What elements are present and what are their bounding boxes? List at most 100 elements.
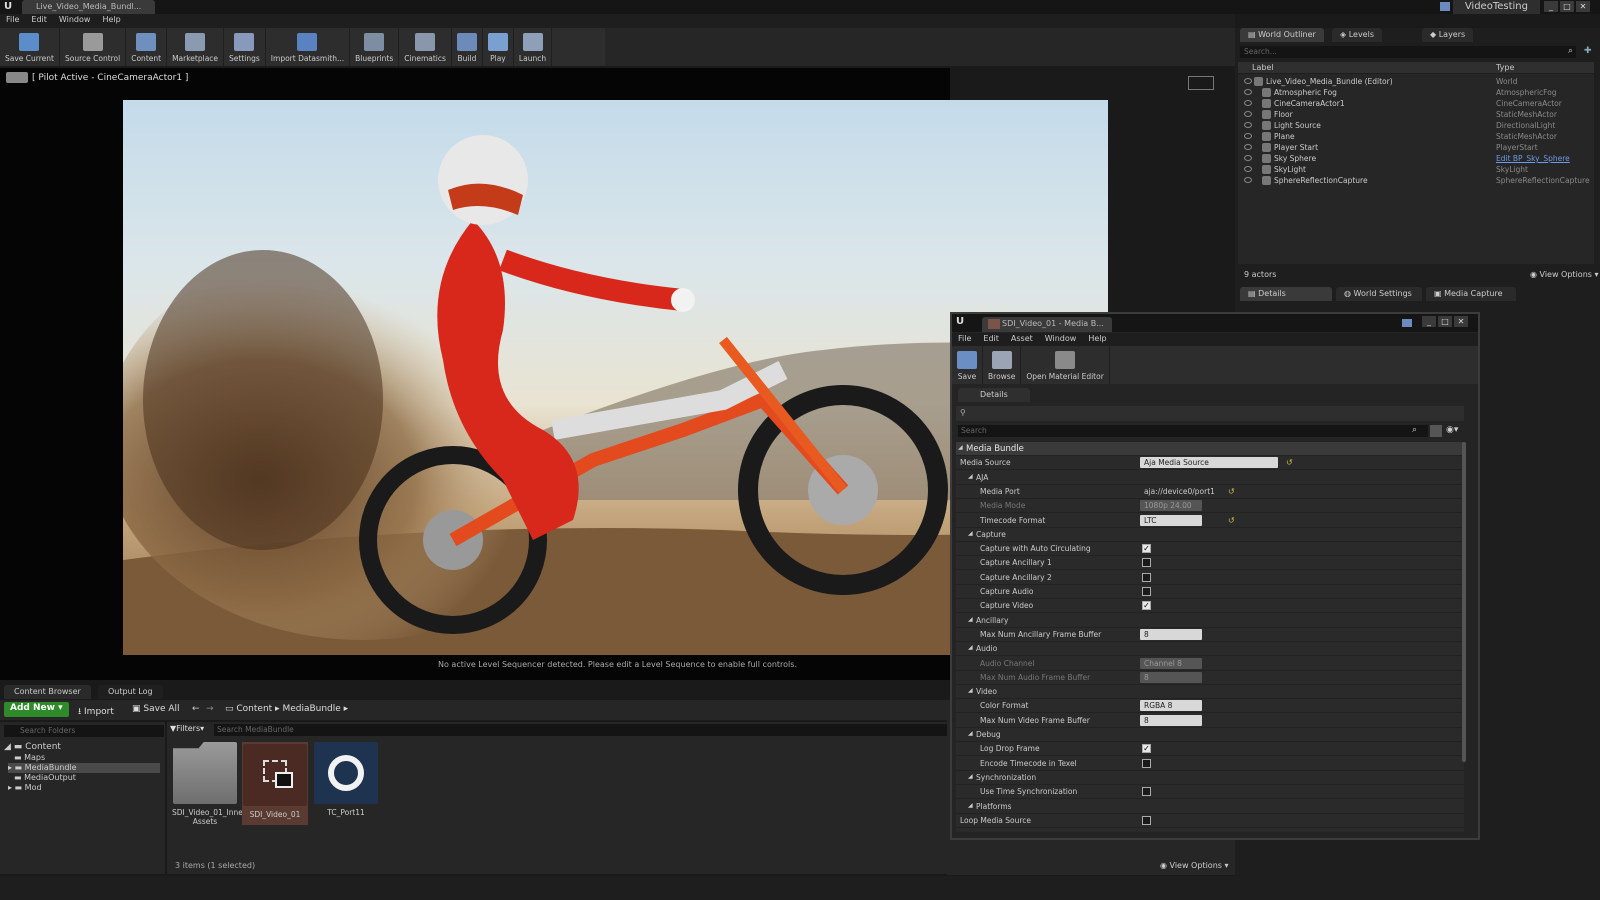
column-type[interactable]: Type	[1496, 63, 1514, 72]
media-source-dropdown[interactable]: Aja Media Source	[1140, 457, 1278, 469]
visibility-eye-icon[interactable]	[1244, 133, 1252, 139]
add-new-button[interactable]: Add New ▾	[4, 702, 69, 717]
blueprints-button[interactable]: Blueprints	[350, 28, 400, 66]
expand-arrow-icon[interactable]: ◢	[968, 473, 973, 480]
loop-media-source-checkbox[interactable]	[1142, 815, 1151, 825]
expand-arrow-icon[interactable]: ◢	[968, 687, 973, 694]
visibility-eye-icon[interactable]	[1244, 78, 1252, 84]
media-mode-dropdown[interactable]: 1080p 24.00	[1140, 500, 1202, 512]
minimize-icon[interactable]: _	[1544, 1, 1558, 12]
color-format-dropdown[interactable]: RGBA 8	[1140, 700, 1202, 712]
category-header[interactable]: Audio	[976, 644, 997, 653]
asset-sdi-video-01[interactable]: SDI_Video_01	[242, 742, 308, 825]
outliner-row[interactable]: Light Source DirectionalLight	[1238, 120, 1594, 131]
category-header[interactable]: Ancillary	[976, 616, 1008, 625]
column-label[interactable]: Label	[1252, 63, 1274, 72]
tab-world-settings[interactable]: ◍ World Settings	[1336, 287, 1422, 301]
max-num-audio-frame-buffer-spinbox[interactable]: 8	[1140, 671, 1202, 683]
maximize-icon[interactable]: □	[1438, 316, 1452, 327]
menu-item-edit[interactable]: Edit	[25, 14, 53, 25]
minimize-icon[interactable]: _	[1422, 316, 1436, 327]
category-header[interactable]: Platforms	[976, 802, 1012, 811]
tab-output-log[interactable]: Output Log	[98, 685, 163, 699]
editor-document-tab[interactable]: SDI_Video_01 - Media B...	[982, 317, 1112, 332]
outliner-search-input[interactable]: Search...	[1240, 46, 1576, 58]
tab-media-capture[interactable]: ▣ Media Capture	[1426, 287, 1516, 301]
visibility-eye-icon[interactable]	[1244, 111, 1252, 117]
play-button[interactable]: Play	[483, 28, 514, 66]
visibility-eye-icon[interactable]	[1244, 100, 1252, 106]
filters-button[interactable]: ▼Filters▾	[170, 724, 204, 733]
folder-content[interactable]: ◢ ▬ Content	[4, 742, 156, 752]
log-drop-frame-checkbox[interactable]: ✓	[1142, 744, 1151, 754]
max-num-video-frame-buffer-spinbox[interactable]: 8	[1140, 714, 1202, 726]
history-back-icon[interactable]: ←	[192, 704, 200, 714]
visibility-eye-icon[interactable]	[1244, 155, 1252, 161]
visibility-eye-icon[interactable]	[1244, 166, 1252, 172]
breadcrumb-content[interactable]: Content	[236, 704, 272, 714]
category-header[interactable]: Synchronization	[976, 773, 1036, 782]
expand-arrow-icon[interactable]: ◢	[968, 730, 973, 737]
outliner-row[interactable]: CineCameraActor1 CineCameraActor	[1238, 98, 1594, 109]
menu-item-file[interactable]: File	[0, 14, 25, 25]
visibility-eye-icon[interactable]	[1244, 144, 1252, 150]
max-num-ancillary-frame-buffer-spinbox[interactable]: 8	[1140, 628, 1202, 640]
folder-mediabundle[interactable]: ▸ ▬ MediaBundle	[8, 763, 160, 773]
save-button[interactable]: Save	[952, 346, 983, 384]
camera-pilot-icon[interactable]	[6, 72, 28, 83]
expand-arrow-icon[interactable]: ◢	[968, 644, 973, 651]
expand-arrow-icon[interactable]: ◢	[958, 444, 963, 451]
encode-timecode-in-texel-checkbox[interactable]	[1142, 758, 1151, 768]
media-bundle-editor-window[interactable]: U SDI_Video_01 - Media B... _ □ ✕ File Ed…	[950, 312, 1480, 840]
editor-details-tab[interactable]: Details	[958, 388, 1030, 402]
visibility-eye-icon[interactable]	[1244, 177, 1252, 183]
document-tab[interactable]: Live_Video_Media_Bundl...	[22, 0, 156, 14]
expand-arrow-icon[interactable]: ◢	[968, 530, 973, 537]
category-header[interactable]: Debug	[976, 730, 1001, 739]
details-search-input[interactable]: Search	[958, 425, 1428, 437]
source-control-status-icon[interactable]	[1440, 2, 1450, 11]
outliner-row[interactable]: Atmospheric Fog AtmosphericFog	[1238, 87, 1594, 98]
tab-content-browser[interactable]: Content Browser	[4, 685, 91, 699]
reset-to-default-icon[interactable]: ↺	[1286, 458, 1293, 467]
capture-with-auto-circulating-checkbox[interactable]: ✓	[1142, 544, 1151, 554]
capture-ancillary-1-checkbox[interactable]	[1142, 558, 1151, 568]
details-scrollbar[interactable]	[1462, 442, 1466, 762]
expand-arrow-icon[interactable]: ◢	[968, 616, 973, 623]
expand-arrow-icon[interactable]: ◢	[968, 802, 973, 809]
marketplace-button[interactable]: Marketplace	[167, 28, 225, 66]
maximize-icon[interactable]: □	[1560, 1, 1574, 12]
folder-mediaoutput[interactable]: ▬ MediaOutput	[14, 773, 166, 783]
open-material-editor-button[interactable]: Open Material Editor	[1021, 346, 1110, 384]
eye-icon[interactable]: ◉▾	[1446, 425, 1458, 435]
editor-menu-help[interactable]: Help	[1082, 333, 1112, 344]
asset-folder-inner-assets[interactable]: SDI_Video_01_Inner Assets	[172, 742, 246, 826]
property-matrix-icon[interactable]: ⚲	[960, 408, 966, 417]
outliner-view-options-button[interactable]: ◉ View Options ▾	[1530, 270, 1599, 279]
settings-button[interactable]: Settings	[224, 28, 266, 66]
menu-item-help[interactable]: Help	[96, 14, 126, 25]
cinematics-button[interactable]: Cinematics	[399, 28, 452, 66]
build-button[interactable]: Build	[452, 28, 483, 66]
tab-layers[interactable]: ◆ Layers	[1422, 28, 1474, 42]
content-view-options-button[interactable]: ◉ View Options ▾	[1160, 861, 1229, 870]
close-icon[interactable]: ✕	[1454, 316, 1468, 327]
folder-maps[interactable]: ▬ Maps	[14, 753, 166, 763]
tab-levels[interactable]: ◈ Levels	[1332, 28, 1382, 42]
outliner-row[interactable]: Sky Sphere Edit BP_Sky_Sphere	[1238, 153, 1594, 164]
category-header[interactable]: Capture	[976, 530, 1006, 539]
category-header[interactable]: Video	[976, 687, 997, 696]
category-header[interactable]: AJA	[976, 473, 988, 482]
import-datasmith-button[interactable]: Import Datasmith...	[266, 28, 351, 66]
outliner-row[interactable]: SkyLight SkyLight	[1238, 164, 1594, 175]
audio-channel-dropdown[interactable]: Channel 8	[1140, 657, 1202, 669]
media-port-dropdown[interactable]: aja://device0/port1	[1140, 486, 1215, 497]
history-forward-icon[interactable]: →	[206, 704, 214, 714]
import-button[interactable]: ⭳ Import	[78, 704, 114, 720]
content-button[interactable]: Content	[126, 28, 168, 66]
capture-audio-checkbox[interactable]	[1142, 587, 1151, 596]
editor-menu-edit[interactable]: Edit	[977, 333, 1005, 344]
asset-search-input[interactable]: Search MediaBundle	[214, 724, 948, 736]
use-time-synchronization-checkbox[interactable]	[1142, 787, 1151, 797]
viewport-layout-icon[interactable]	[1188, 76, 1214, 90]
